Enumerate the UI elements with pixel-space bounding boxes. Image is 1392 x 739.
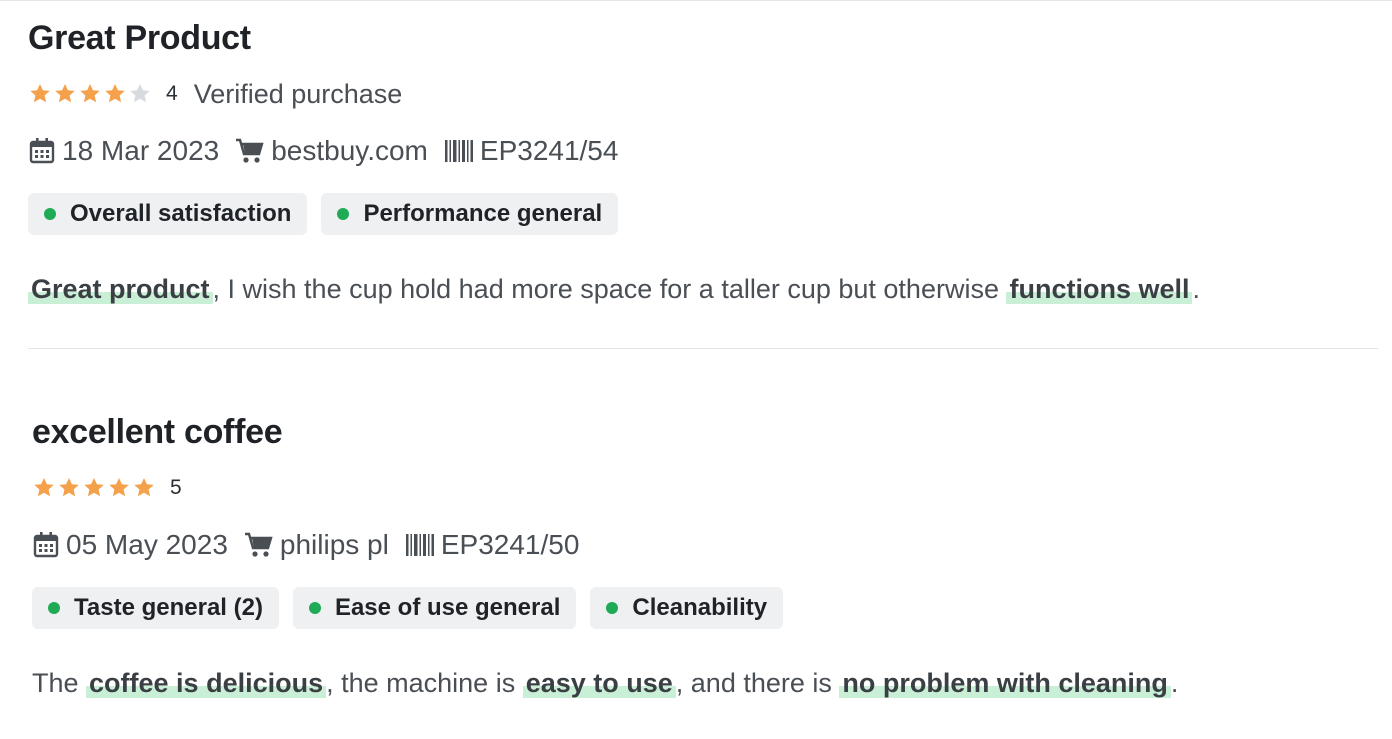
- status-dot: [44, 208, 56, 220]
- review-date-text: 05 May 2023: [66, 529, 228, 560]
- review-title: excellent coffee: [32, 413, 283, 451]
- topic-tag[interactable]: Taste general (2): [32, 587, 279, 629]
- topic-tag[interactable]: Performance general: [321, 193, 619, 235]
- rating-value: 4: [166, 82, 178, 105]
- review-store-text: bestbuy.com: [271, 135, 428, 166]
- cart-icon: [236, 138, 264, 163]
- review-store: bestbuy.com: [235, 135, 428, 167]
- topic-tag-label: Overall satisfaction: [70, 200, 292, 227]
- topic-tags: Overall satisfaction Performance general: [28, 193, 1378, 235]
- star-icon: [109, 478, 129, 497]
- review-date: 05 May 2023: [32, 529, 228, 561]
- star-icon: [30, 84, 50, 103]
- topic-tag[interactable]: Overall satisfaction: [28, 193, 308, 235]
- review-model-text: EP3241/54: [479, 135, 619, 166]
- highlight: no problem with cleaning: [839, 668, 1171, 698]
- star-icon: [84, 478, 104, 497]
- status-dot: [48, 602, 60, 614]
- star-rating: [28, 82, 152, 106]
- star-icon: [80, 84, 100, 103]
- verified-purchase: Verified purchase: [193, 78, 403, 109]
- review-text: The coffee is delicious, the machine is …: [32, 665, 1382, 701]
- rating-value: 5: [170, 476, 182, 499]
- barcode-icon: [405, 534, 434, 556]
- cart-icon: [244, 532, 273, 557]
- review-title: Great Product: [28, 19, 251, 57]
- review-card: Great Product 4 Verified purchase 18 Mar…: [28, 18, 1378, 307]
- highlight: functions well: [1006, 274, 1193, 304]
- text-segment: .: [1192, 274, 1200, 304]
- topic-tag[interactable]: Ease of use general: [292, 587, 577, 629]
- star-icon: [55, 84, 75, 103]
- barcode-icon: [444, 140, 473, 162]
- topic-tags: Taste general (2) Ease of use general Cl…: [32, 587, 1382, 629]
- review-date: 18 Mar 2023: [28, 135, 219, 167]
- star-icon: [34, 478, 54, 497]
- review-model: EP3241/54: [444, 135, 619, 167]
- top-border: [0, 0, 1392, 1]
- review-date-text: 18 Mar 2023: [62, 135, 220, 166]
- highlight: Great product: [28, 274, 213, 304]
- review-card: excellent coffee 5 05 May 2023 philips p…: [32, 412, 1382, 701]
- rating-row: 4 Verified purchase: [28, 78, 1378, 110]
- highlight: coffee is delicious: [86, 668, 327, 698]
- text-segment: , the machine is: [326, 668, 523, 698]
- review-text: Great product, I wish the cup hold had m…: [28, 271, 1378, 307]
- star-empty-icon: [130, 84, 150, 103]
- review-model: EP3241/50: [405, 529, 580, 561]
- star-icon: [105, 84, 125, 103]
- text-segment: , I wish the cup hold had more space for…: [212, 274, 1007, 304]
- star-icon: [59, 478, 79, 497]
- topic-tag-label: Performance general: [363, 200, 603, 227]
- status-dot: [606, 602, 619, 614]
- review-store-text: philips pl: [279, 529, 389, 560]
- status-dot: [308, 602, 321, 614]
- text-segment: , and there is: [675, 668, 840, 698]
- star-icon: [134, 478, 154, 497]
- topic-tag-label: Cleanability: [632, 594, 768, 621]
- text-segment: .: [1170, 668, 1179, 698]
- review-model-text: EP3241/50: [440, 529, 580, 560]
- rating-row: 5: [32, 472, 1382, 504]
- review-store: philips pl: [244, 529, 389, 561]
- review-meta: 18 Mar 2023 bestbuy.com EP3241/54: [28, 134, 1378, 168]
- calendar-icon: [29, 138, 55, 164]
- review-meta: 05 May 2023 philips pl EP3241/50: [32, 528, 1382, 562]
- topic-tag[interactable]: Cleanability: [590, 587, 784, 629]
- text-segment: The: [32, 668, 87, 698]
- star-rating: [32, 476, 156, 500]
- review-divider: [28, 348, 1378, 349]
- calendar-icon: [33, 532, 59, 558]
- topic-tag-label: Taste general (2): [74, 594, 263, 621]
- topic-tag-label: Ease of use general: [334, 594, 561, 621]
- status-dot: [337, 208, 350, 220]
- highlight: easy to use: [522, 668, 676, 698]
